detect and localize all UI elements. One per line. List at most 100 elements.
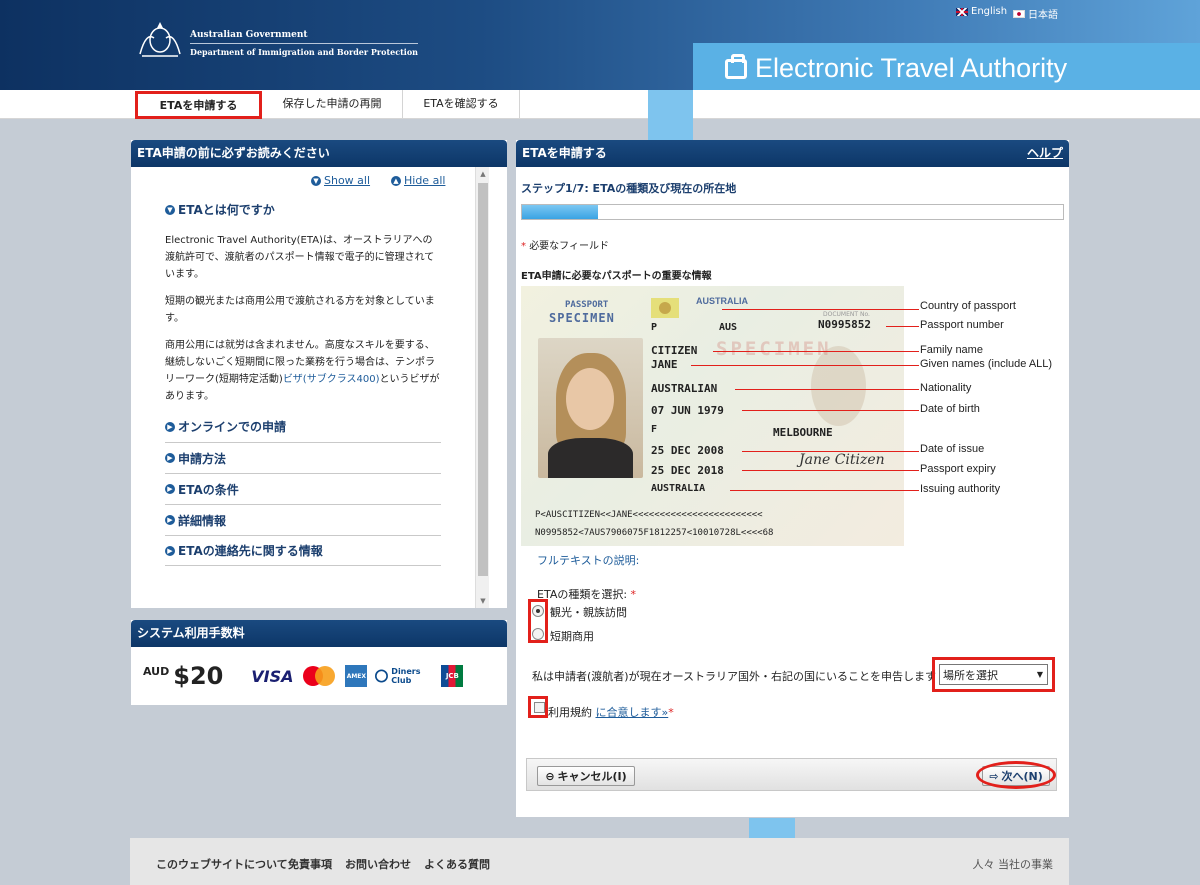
terms-checkbox[interactable] bbox=[534, 702, 545, 713]
fee-price: $20 bbox=[173, 662, 224, 690]
show-all-link[interactable]: ▼ Show all bbox=[311, 174, 370, 187]
callout-line bbox=[735, 389, 919, 390]
photo-body bbox=[548, 438, 633, 478]
callout-line bbox=[691, 365, 919, 366]
accordion-more-info[interactable]: ▶ 詳細情報 bbox=[165, 504, 441, 535]
full-text-description-link[interactable]: フルテキストの説明: bbox=[537, 552, 639, 568]
footer-about-link[interactable]: このウェブサイトについて bbox=[156, 856, 288, 872]
section-what-is-eta-label: ETAとは何ですか bbox=[178, 203, 275, 217]
callout-line bbox=[722, 309, 919, 310]
callout-given-names: Given names (include ALL) bbox=[920, 358, 1053, 370]
read-before-title: ETA申請の前に必ずお読みください bbox=[131, 140, 507, 167]
jcb-card-icon: JCB bbox=[441, 665, 464, 687]
gov-line2: Department of Immigration and Border Pro… bbox=[190, 43, 418, 57]
passport-given-names: JANE bbox=[651, 358, 678, 371]
left-panel-scrollbar[interactable]: ▲ ▼ bbox=[475, 167, 489, 608]
terms-link[interactable]: に合意します» bbox=[596, 706, 669, 719]
app-title: Electronic Travel Authority bbox=[725, 53, 1067, 84]
passport-number: N0995852 bbox=[818, 318, 871, 331]
section-what-is-eta[interactable]: ▼ ETAとは何ですか bbox=[165, 201, 275, 218]
minus-circle-icon: ⊖ bbox=[545, 769, 555, 783]
terms-prefix: 利用規約 bbox=[548, 706, 592, 719]
callout-dob: Date of birth bbox=[920, 403, 980, 415]
hide-all-link[interactable]: ▲ Hide all bbox=[391, 174, 445, 187]
footer-right-text: 人々 当社の事業 bbox=[972, 858, 1054, 871]
required-mark: * bbox=[521, 241, 526, 252]
progress-bar bbox=[521, 204, 1064, 220]
passport-sex: F bbox=[651, 424, 658, 435]
chevron-right-icon: ▶ bbox=[165, 421, 175, 432]
visa-subclass-400-link[interactable]: ビザ(サブクラス400) bbox=[283, 374, 380, 385]
radio-business[interactable] bbox=[532, 628, 544, 640]
callout-expiry: Passport expiry bbox=[920, 463, 996, 475]
passport-type: P bbox=[651, 322, 658, 333]
passport-issue-date: 25 DEC 2008 bbox=[651, 444, 724, 457]
callout-authority: Issuing authority bbox=[920, 483, 1001, 495]
radio-tourism[interactable] bbox=[532, 605, 544, 617]
accordion-label: オンラインでの申請 bbox=[178, 420, 287, 434]
lang-english-link[interactable]: English bbox=[956, 6, 1007, 17]
callout-country: Country of passport bbox=[920, 300, 1016, 312]
button-bar: ⊖ キャンセル(I) ⇨ 次へ(N) bbox=[526, 758, 1057, 791]
accordion-contact-info[interactable]: ▶ ETAの連絡先に関する情報 bbox=[165, 535, 441, 566]
chevron-up-icon: ▲ bbox=[391, 175, 401, 186]
diners-club-icon: Diners Club bbox=[375, 665, 433, 687]
apply-eta-title: ETAを申請する bbox=[522, 146, 607, 160]
cancel-button-label: キャンセル(I) bbox=[557, 770, 627, 783]
terms-label: 利用規約 に合意します»* bbox=[548, 704, 674, 720]
location-select-value: 場所を選択 bbox=[943, 668, 998, 682]
step-title: ステップ1/7: ETAの種類及び現在の所在地 bbox=[521, 182, 737, 195]
fee-body: AUD $20 VISA AMEX Diners Club JCB bbox=[131, 647, 507, 705]
nav-check-eta[interactable]: ETAを確認する bbox=[403, 90, 520, 118]
accordion-eta-conditions[interactable]: ▶ ETAの条件 bbox=[165, 473, 441, 504]
chevron-right-icon: ▶ bbox=[165, 545, 175, 556]
callout-passport-number: Passport number bbox=[920, 319, 1004, 331]
cancel-button[interactable]: ⊖ キャンセル(I) bbox=[537, 766, 635, 786]
read-before-panel: ETA申請の前に必ずお読みください ▼ Show all ▲ Hide all … bbox=[131, 140, 507, 608]
next-button-highlight bbox=[976, 761, 1056, 789]
chevron-right-icon: ▶ bbox=[165, 453, 175, 463]
fee-title: システム利用手数料 bbox=[131, 620, 507, 647]
main-nav: ETAを申請する 保存した申請の再開 ETAを確認する bbox=[0, 90, 1200, 119]
passport-mrz-line2: N0995852<7AUS7906075F1812257<10010728L<<… bbox=[535, 528, 774, 538]
nav-resume-application[interactable]: 保存した申請の再開 bbox=[262, 90, 403, 118]
footer-contact-link[interactable]: お問い合わせ bbox=[345, 856, 411, 872]
passport-country-word: AUSTRALIA bbox=[696, 296, 748, 306]
location-select[interactable]: 場所を選択 ▼ bbox=[939, 664, 1048, 685]
callout-line bbox=[742, 410, 919, 411]
footer-disclaimer-link[interactable]: 免責事項 bbox=[288, 856, 332, 872]
government-wordmark: Australian Government Department of Immi… bbox=[190, 30, 418, 57]
passport-word: PASSPORT bbox=[565, 300, 609, 310]
terms-checkbox-highlight bbox=[528, 696, 548, 718]
callout-line bbox=[886, 326, 919, 327]
accordion-label: ETAの連絡先に関する情報 bbox=[178, 544, 323, 558]
passport-dob: 07 JUN 1979 bbox=[651, 404, 724, 417]
accordion-online-application[interactable]: ▶ オンラインでの申請 bbox=[165, 411, 441, 442]
chevron-right-icon: ▶ bbox=[165, 484, 175, 494]
lang-japanese-label: 日本語 bbox=[1028, 10, 1058, 21]
passport-expiry: 25 DEC 2018 bbox=[651, 464, 724, 477]
fee-panel: システム利用手数料 AUD $20 VISA AMEX Diners Club … bbox=[131, 620, 507, 705]
scroll-thumb[interactable] bbox=[478, 183, 488, 576]
para-eta-target: 短期の観光または商用公用で渡航される方を対象としています。 bbox=[165, 296, 435, 324]
radio-business-label[interactable]: 短期商用 bbox=[550, 628, 594, 644]
radio-tourism-label[interactable]: 観光・親族訪問 bbox=[550, 604, 627, 620]
help-link[interactable]: ヘルプ bbox=[1027, 140, 1063, 167]
scroll-up-icon[interactable]: ▲ bbox=[476, 167, 490, 181]
accordion-how-to-apply[interactable]: ▶ 申請方法 bbox=[165, 442, 441, 473]
chevron-down-icon: ▼ bbox=[165, 204, 175, 215]
nav-apply-eta[interactable]: ETAを申請する bbox=[135, 91, 262, 119]
eta-type-label-text: ETAの種類を選択: bbox=[537, 588, 628, 601]
callout-family-name: Family name bbox=[920, 344, 983, 356]
passport-info-title: ETA申請に必要なパスポートの重要な情報 bbox=[521, 271, 712, 282]
scroll-down-icon[interactable]: ▼ bbox=[476, 594, 490, 608]
app-title-text: Electronic Travel Authority bbox=[755, 53, 1068, 83]
lang-japanese-link[interactable]: 日本語 bbox=[1013, 6, 1058, 21]
emblem-icon bbox=[651, 298, 679, 318]
coat-of-arms-icon bbox=[139, 22, 181, 57]
declare-text: 私は申請者(渡航者)が現在オーストラリア国外・右記の国にいることを申告します bbox=[532, 670, 937, 683]
passport-nationality: AUSTRALIAN bbox=[651, 382, 718, 395]
passport-surname: CITIZEN bbox=[651, 344, 698, 357]
passport-mrz-line1: P<AUSCITIZEN<<JANE<<<<<<<<<<<<<<<<<<<<<<… bbox=[535, 510, 763, 520]
footer-faq-link[interactable]: よくある質問 bbox=[424, 856, 490, 872]
